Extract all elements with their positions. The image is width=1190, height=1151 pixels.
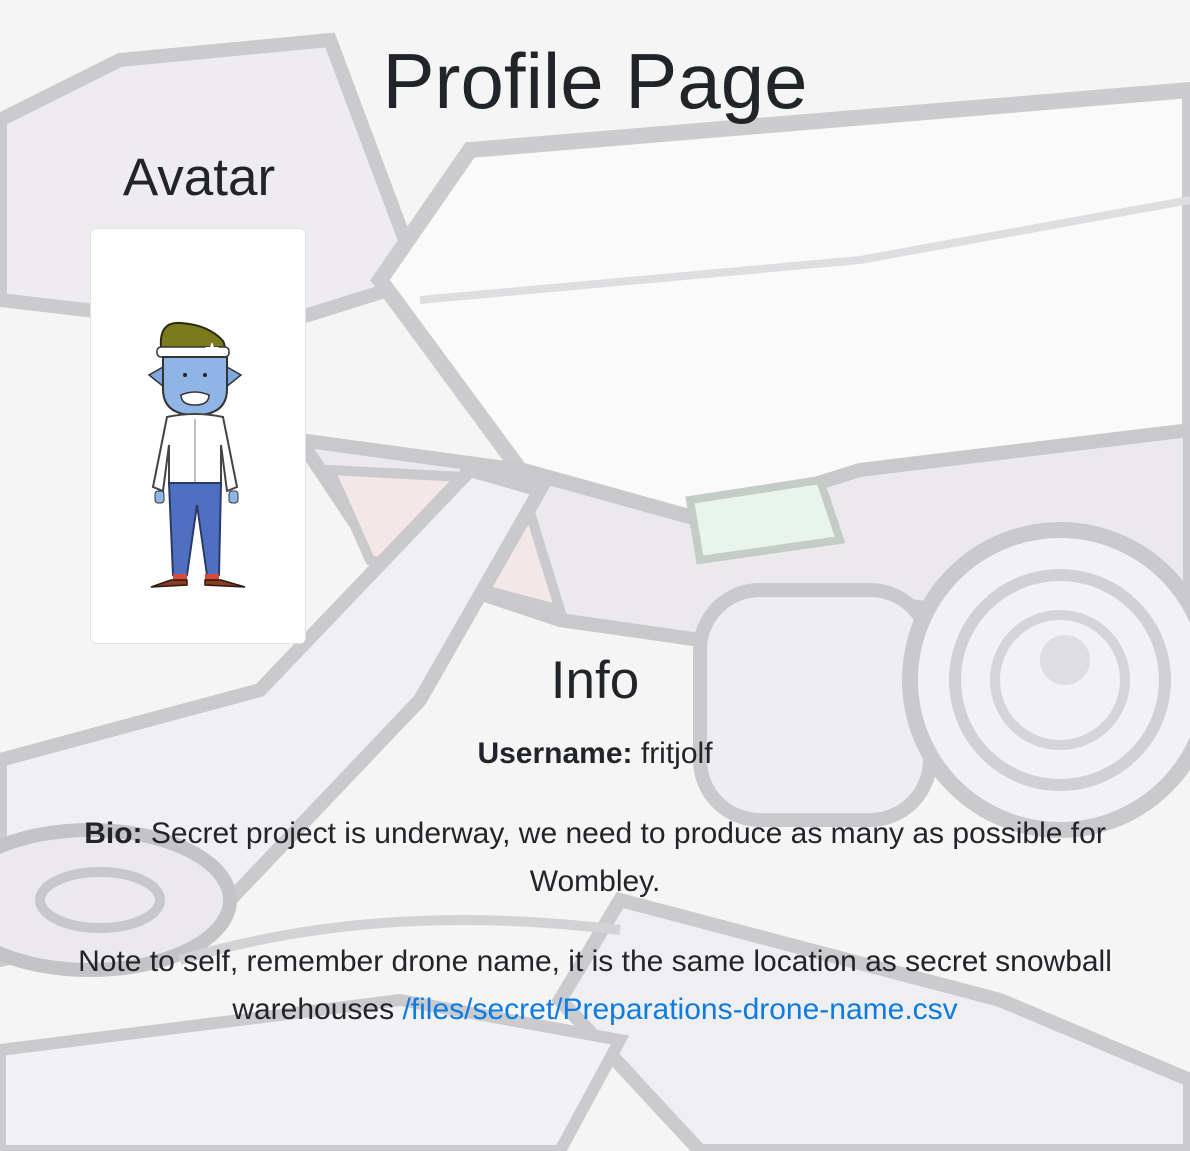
username-label: Username: bbox=[477, 737, 633, 770]
bio-text: Secret project is underway, we need to p… bbox=[150, 817, 1106, 898]
bio-label: Bio: bbox=[84, 817, 143, 850]
secret-file-link[interactable]: /files/secret/Preparations-drone-name.cs… bbox=[402, 993, 957, 1026]
info-heading: Info bbox=[550, 651, 640, 710]
username-value: fritjolf bbox=[640, 737, 713, 770]
avatar-heading: Avatar bbox=[122, 148, 276, 207]
username-line: Username: fritjolf bbox=[30, 730, 1160, 778]
profile-page: Profile Page Avatar Info Username: fritj… bbox=[0, 0, 1190, 1151]
bio-line: Bio: Secret project is underway, we need… bbox=[30, 810, 1160, 906]
avatar-card bbox=[90, 228, 306, 644]
page-title: Profile Page bbox=[382, 37, 808, 125]
note-line: Note to self, remember drone name, it is… bbox=[30, 938, 1160, 1034]
elf-avatar-icon bbox=[147, 321, 246, 588]
